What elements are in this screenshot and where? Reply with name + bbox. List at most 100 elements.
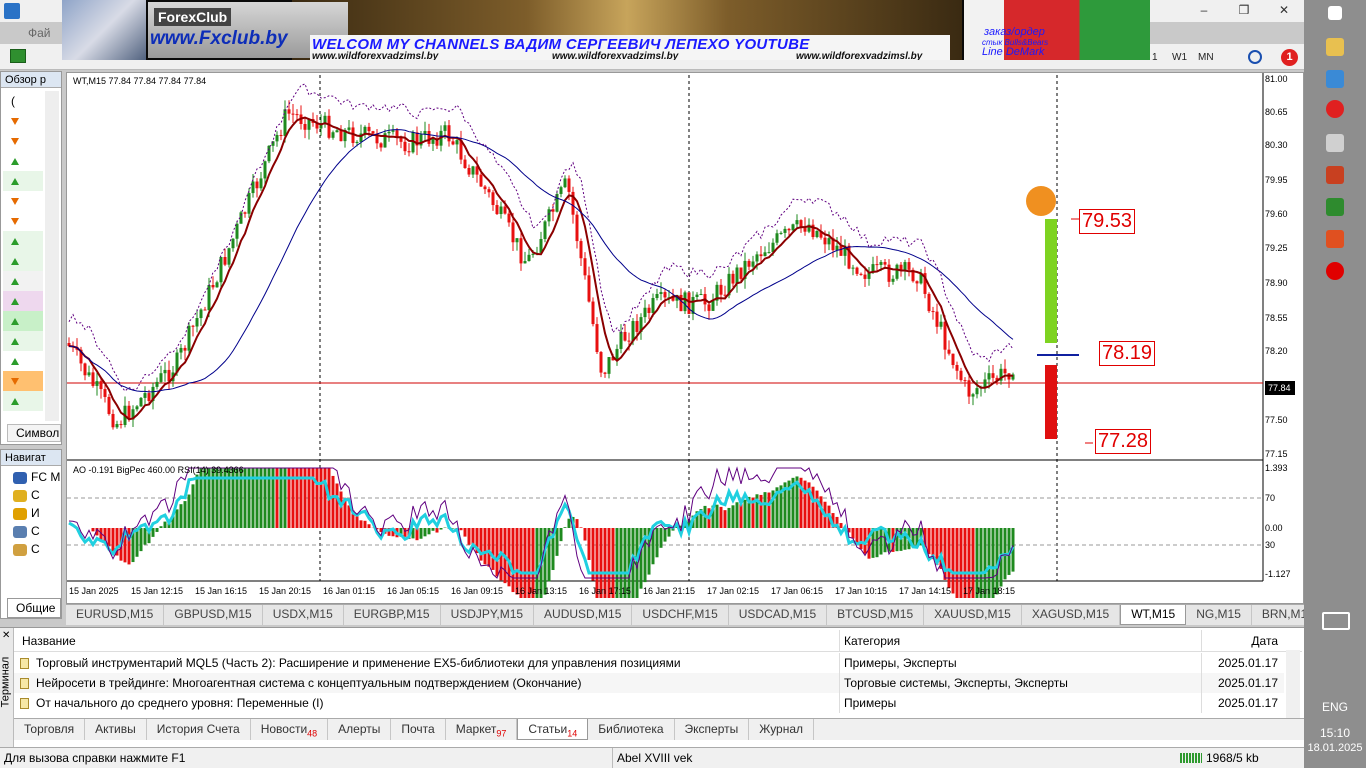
terminal-tab[interactable]: Активы bbox=[85, 719, 147, 740]
market-watch-row[interactable] bbox=[3, 351, 43, 371]
terminal-tab[interactable]: Торговля bbox=[14, 719, 86, 740]
symbol-tab[interactable]: WT,M15 bbox=[1120, 605, 1187, 625]
terminal-tab[interactable]: Новости48 bbox=[251, 719, 329, 740]
time-tick: 15 Jan 2025 bbox=[69, 586, 119, 596]
symbol-tab[interactable]: XAUUSD,M15 bbox=[924, 605, 1022, 625]
terminal-tab[interactable]: Почта bbox=[391, 719, 446, 740]
market-watch-symbol-tab[interactable]: Символ bbox=[7, 424, 61, 442]
candle-body bbox=[839, 245, 843, 256]
maximize-button[interactable]: ❒ bbox=[1224, 0, 1264, 20]
table-row[interactable]: Нейросети в трейдинге: Многоагентная сис… bbox=[14, 673, 1284, 693]
symbol-tab[interactable]: GBPUSD,M15 bbox=[164, 605, 263, 625]
keyboard-icon[interactable] bbox=[1322, 612, 1350, 630]
windows-icon[interactable] bbox=[1328, 6, 1342, 20]
symbol-tab[interactable]: AUDUSD,M15 bbox=[534, 605, 633, 625]
market-watch-row[interactable] bbox=[3, 291, 43, 311]
paint-icon[interactable] bbox=[1326, 134, 1344, 152]
candle-body bbox=[103, 389, 107, 397]
navigator-scripts[interactable]: С bbox=[13, 542, 40, 556]
minimize-button[interactable]: – bbox=[1184, 0, 1224, 20]
candle-body bbox=[511, 222, 515, 243]
close-icon[interactable]: ✕ bbox=[2, 630, 10, 641]
terminal-tab[interactable]: Маркет97 bbox=[446, 719, 518, 740]
search-icon[interactable] bbox=[1248, 50, 1262, 64]
close-button[interactable]: ✕ bbox=[1264, 0, 1304, 20]
speaker-icon[interactable] bbox=[1326, 166, 1344, 184]
menu-file[interactable]: Фай bbox=[28, 26, 51, 40]
clock-time[interactable]: 15:10 bbox=[1304, 726, 1366, 740]
market-watch-row[interactable] bbox=[3, 371, 43, 391]
terminal-tab[interactable]: Эксперты bbox=[675, 719, 750, 740]
market-watch-scrollbar[interactable] bbox=[45, 91, 59, 421]
column-name[interactable]: Название bbox=[14, 630, 840, 651]
status-help: Для вызова справки нажмите F1 bbox=[4, 751, 186, 765]
market-watch-row[interactable]: ( bbox=[3, 91, 43, 111]
table-row[interactable]: От начального до среднего уровня: Переме… bbox=[14, 693, 1284, 713]
language-indicator[interactable]: ENG bbox=[1304, 700, 1366, 714]
market-watch-row[interactable] bbox=[3, 211, 43, 231]
market-watch-row[interactable] bbox=[3, 231, 43, 251]
terminal-tab[interactable]: История Счета bbox=[147, 719, 251, 740]
column-date[interactable]: Дата bbox=[1202, 630, 1284, 651]
symbol-tab[interactable]: BRN,M15 bbox=[1252, 605, 1304, 625]
folder-icon[interactable] bbox=[1326, 38, 1344, 56]
market-watch-row[interactable] bbox=[3, 251, 43, 271]
symbol-tab[interactable]: EURGBP,M15 bbox=[344, 605, 441, 625]
symbol-tab[interactable]: USDX,M15 bbox=[263, 605, 344, 625]
calculator-icon[interactable] bbox=[1326, 198, 1344, 216]
market-watch-row[interactable] bbox=[3, 271, 43, 291]
candle-body bbox=[827, 238, 831, 245]
market-watch-row[interactable] bbox=[3, 151, 43, 171]
candle-body bbox=[147, 393, 151, 402]
candle-body bbox=[623, 331, 627, 341]
market-watch-title: Обзор р bbox=[1, 72, 61, 88]
symbol-tab[interactable]: EURUSD,M15 bbox=[66, 605, 165, 625]
symbol-tab[interactable]: BTCUSD,M15 bbox=[827, 605, 925, 625]
symbol-tab[interactable]: XAGUSD,M15 bbox=[1022, 605, 1121, 625]
price-chart[interactable] bbox=[67, 73, 1305, 605]
market-watch-row[interactable] bbox=[3, 191, 43, 211]
opera-icon[interactable] bbox=[1326, 100, 1344, 118]
timeframe-w1[interactable]: W1 bbox=[1172, 52, 1187, 63]
terminal-app-icon[interactable] bbox=[1326, 70, 1344, 88]
ao-bar bbox=[159, 526, 163, 528]
market-watch-row[interactable] bbox=[3, 111, 43, 131]
symbol-tab[interactable]: USDCHF,M15 bbox=[632, 605, 729, 625]
candle-body bbox=[707, 304, 711, 311]
table-row[interactable]: Торговый инструментарий MQL5 (Часть 2): … bbox=[14, 653, 1284, 673]
notification-badge[interactable]: 1 bbox=[1281, 49, 1298, 66]
price-tick: 77.15 bbox=[1265, 449, 1288, 459]
navigator-root[interactable]: FC M bbox=[13, 470, 60, 484]
market-watch-row[interactable] bbox=[3, 171, 43, 191]
candle-body bbox=[179, 347, 183, 353]
screenshot-icon[interactable] bbox=[1326, 230, 1344, 248]
new-chart-icon[interactable] bbox=[10, 49, 26, 63]
navigator-accounts[interactable]: С bbox=[13, 488, 40, 502]
timeframe-mn[interactable]: MN bbox=[1198, 52, 1214, 63]
candle-body bbox=[779, 232, 783, 234]
symbol-tab[interactable]: USDCAD,M15 bbox=[729, 605, 828, 625]
symbol-tab[interactable]: USDJPY,M15 bbox=[441, 605, 535, 625]
market-watch-row[interactable] bbox=[3, 391, 43, 411]
clock-date[interactable]: 18.01.2025 bbox=[1304, 742, 1366, 754]
timeframe-partial[interactable]: 1 bbox=[1152, 52, 1158, 63]
terminal-tab[interactable]: Библиотека bbox=[588, 719, 675, 740]
column-category[interactable]: Категория bbox=[840, 630, 1202, 651]
terminal-scrollbar[interactable] bbox=[1286, 650, 1300, 718]
navigator-indicators[interactable]: И bbox=[13, 506, 40, 520]
terminal-tab-badge: 14 bbox=[567, 728, 578, 739]
market-watch-row[interactable] bbox=[3, 311, 43, 331]
status-profile[interactable]: Abel XVIII vek bbox=[612, 748, 692, 768]
symbol-tabs: EURUSD,M15 GBPUSD,M15 USDX,M15 EURGBP,M15 US… bbox=[66, 604, 1304, 625]
candle-body bbox=[1003, 368, 1007, 374]
terminal-tab[interactable]: Журнал bbox=[749, 719, 815, 740]
terminal-tab[interactable]: Статьи14 bbox=[517, 719, 589, 740]
market-watch-row[interactable] bbox=[3, 131, 43, 151]
terminal-tab[interactable]: Алерты bbox=[328, 719, 392, 740]
navigator-experts[interactable]: С bbox=[13, 524, 40, 538]
navigator-tab-general[interactable]: Общие bbox=[7, 598, 61, 618]
record-icon[interactable] bbox=[1326, 262, 1344, 280]
chart-window[interactable]: WT,M15 77.84 77.84 77.84 77.84 AO -0.191… bbox=[66, 72, 1304, 604]
symbol-tab[interactable]: NG,M15 bbox=[1186, 605, 1252, 625]
market-watch-row[interactable] bbox=[3, 331, 43, 351]
